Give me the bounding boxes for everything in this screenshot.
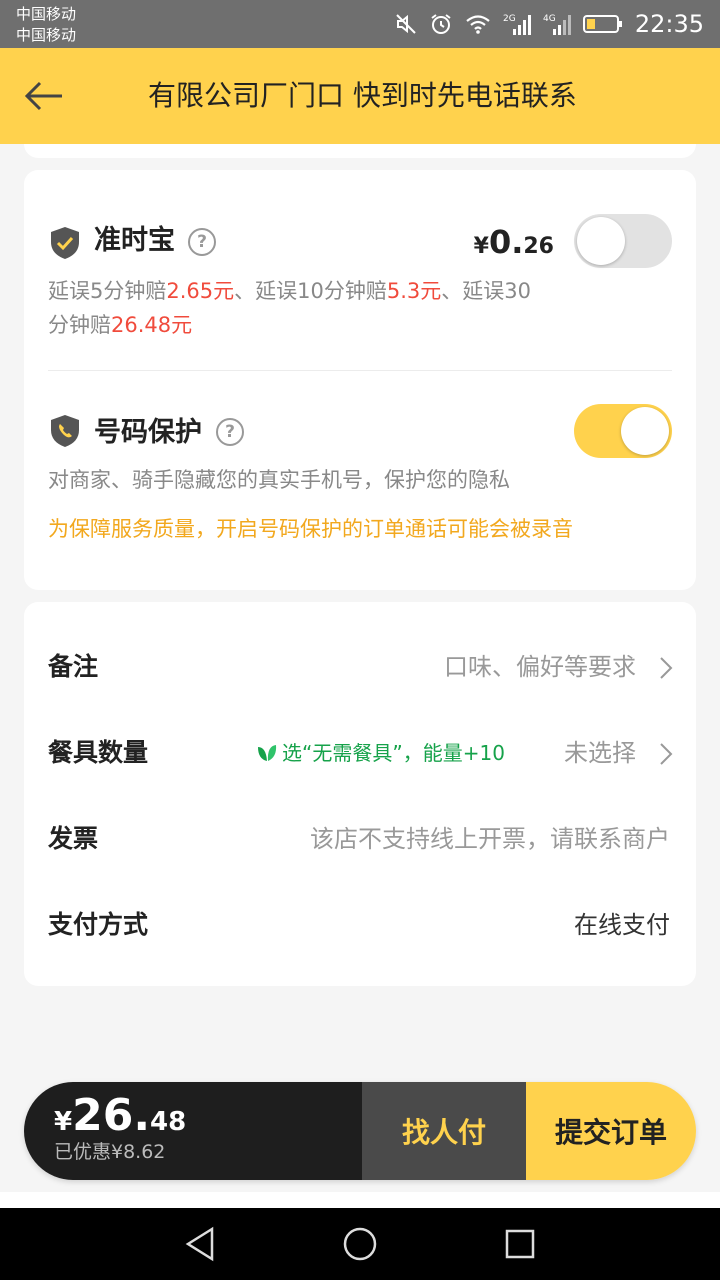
on-time-toggle[interactable]	[574, 214, 672, 268]
signal-2g-icon: 2G	[503, 14, 531, 35]
toggle-knob	[577, 217, 625, 265]
divider	[48, 370, 672, 371]
number-protect-description: 对商家、骑手隐藏您的真实手机号，保护您的隐私	[48, 468, 510, 492]
circle-home-icon	[343, 1227, 377, 1261]
address-card-bottom	[24, 144, 696, 158]
back-arrow-icon	[24, 81, 62, 111]
tableware-promo[interactable]: 选“无需餐具”，能量+10	[256, 736, 505, 770]
tableware-label: 餐具数量	[48, 738, 149, 767]
header-bar: 有限公司厂门口 快到时先电话联系	[0, 48, 720, 144]
chevron-right-icon[interactable]	[658, 656, 674, 680]
payment-value[interactable]: 在线支付	[574, 908, 670, 942]
invoice-value: 该店不支持线上开票，请联系商户	[310, 825, 670, 853]
note-value[interactable]: 口味、偏好等要求	[444, 650, 636, 684]
chevron-right-icon[interactable]	[658, 742, 674, 766]
toggle-knob	[621, 407, 669, 455]
wifi-icon	[466, 15, 490, 34]
number-protect-title: 号码保护	[94, 417, 202, 448]
on-time-title: 准时宝	[94, 225, 175, 256]
shield-check-icon	[51, 227, 79, 259]
clock: 22:35	[634, 10, 704, 38]
tableware-value[interactable]: 未选择	[564, 736, 636, 770]
recording-notice: 为保障服务质量，开启号码保护的订单通话可能会被录音	[48, 517, 573, 541]
number-protect-toggle[interactable]	[574, 404, 672, 458]
nav-recents-button[interactable]	[496, 1220, 544, 1268]
on-time-price: ¥0.26	[473, 223, 554, 261]
system-nav-bar	[0, 1208, 720, 1280]
page-title: 有限公司厂门口 快到时先电话联系	[148, 79, 577, 112]
order-options-card: 备注 口味、偏好等要求 餐具数量 选“无需餐具”，能量+10 未选择 发票 该店…	[24, 602, 696, 986]
on-time-help-icon[interactable]: ?	[188, 228, 216, 256]
invoice-label: 发票	[48, 824, 99, 853]
triangle-back-icon	[185, 1226, 214, 1262]
carrier-1: 中国移动	[16, 5, 77, 23]
alarm-icon	[431, 14, 451, 34]
carrier-2: 中国移动	[16, 26, 77, 44]
shield-phone-icon	[51, 415, 79, 447]
submit-order-button[interactable]: 提交订单	[526, 1082, 696, 1180]
back-button[interactable]	[18, 72, 70, 120]
on-time-description: 延误5分钟赔2.65元、延误10分钟赔5.3元、延误30 分钟赔26.48元	[48, 279, 532, 337]
nav-back-button[interactable]	[176, 1220, 224, 1268]
nav-home-button[interactable]	[336, 1220, 384, 1268]
battery-icon	[582, 15, 622, 33]
discount-amount: 已优惠¥8.62	[54, 1141, 166, 1163]
payment-label: 支付方式	[48, 910, 149, 939]
svg-text:4G: 4G	[543, 14, 556, 24]
leaf-icon	[258, 745, 277, 761]
svg-text:2G: 2G	[503, 14, 516, 24]
status-bar: 中国移动 中国移动 2G 4G 22:35	[0, 0, 720, 48]
friend-pay-button[interactable]: 找人付	[362, 1082, 526, 1180]
services-card: 准时宝 ? ¥0.26 延误5分钟赔2.65元、延误10分钟赔5.3元、延误30…	[24, 170, 696, 590]
mute-icon	[396, 14, 416, 34]
checkout-bar: ¥26.48 已优惠¥8.62 找人付 提交订单	[24, 1082, 696, 1180]
bottom-spacer	[0, 1192, 720, 1208]
status-icons: 2G 4G 22:35	[395, 0, 704, 48]
signal-4g-icon: 4G	[543, 14, 571, 35]
square-recents-icon	[505, 1229, 535, 1259]
total-area: ¥26.48 已优惠¥8.62	[24, 1082, 362, 1180]
number-protect-help-icon[interactable]: ?	[216, 418, 244, 446]
note-label: 备注	[48, 652, 99, 681]
